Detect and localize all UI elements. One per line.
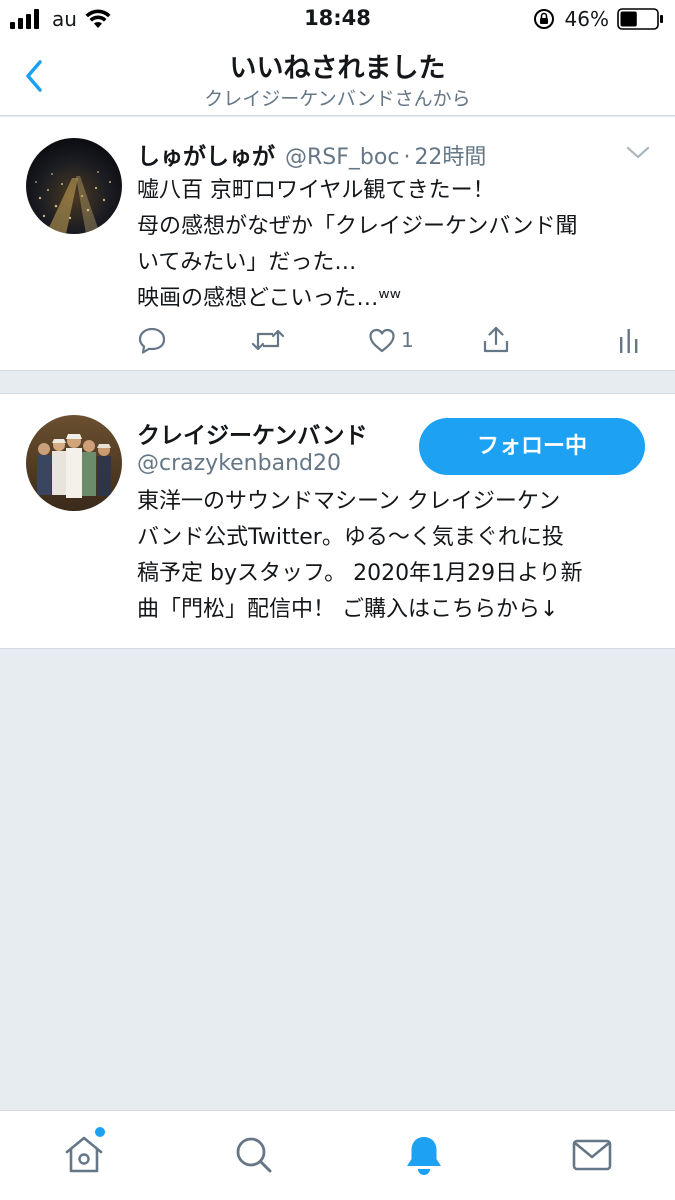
tweet-separator: · — [403, 145, 411, 170]
tweet-line: 嘘八百 京町ロワイヤル観てきたー！ — [137, 178, 495, 203]
tab-messages[interactable] — [570, 1133, 614, 1177]
tweet-text: 嘘八百 京町ロワイヤル観てきたー！ 母の感想がなぜか「クレイジーケンバンド聞 い… — [137, 173, 652, 317]
search-icon — [236, 1137, 272, 1173]
tweet-avatar[interactable] — [26, 138, 122, 234]
tab-bar — [0, 1110, 675, 1200]
share-icon — [483, 326, 509, 353]
following-button[interactable]: フォロー中 — [419, 418, 645, 475]
user-name[interactable]: クレイジーケンバンド — [137, 416, 367, 450]
reply-button[interactable] — [137, 323, 167, 357]
tweet-line: いてみたい」だった… — [137, 250, 357, 275]
caret-down-icon[interactable] — [625, 145, 651, 161]
tab-home[interactable] — [62, 1127, 106, 1177]
battery-icon — [617, 8, 663, 30]
tweet-line: 母の感想がなぜか「クレイジーケンバンド聞 — [137, 214, 578, 239]
liked-tweet[interactable]: しゅがしゅが @RSF_boc · 22時間 嘘八百 京町ロワイヤル観てきたー！… — [0, 117, 675, 371]
share-button[interactable] — [481, 323, 511, 357]
page-subtitle: クレイジーケンバンドさんから — [204, 88, 471, 110]
tab-search[interactable] — [232, 1133, 276, 1177]
analytics-icon — [620, 329, 638, 353]
tweet-timestamp: 22時間 — [414, 145, 487, 170]
user-avatar[interactable] — [26, 415, 122, 511]
like-icon — [369, 328, 395, 353]
bio-line: 曲「門松」配信中！ ご購入はこちらから↓ — [137, 597, 559, 622]
nav-bar: いいねされました クレイジーケンバンドさんから — [0, 38, 675, 116]
like-button[interactable]: 1 — [367, 323, 414, 357]
city-night-avatar-image — [26, 138, 122, 234]
reply-icon — [138, 327, 166, 354]
tweet-header: しゅがしゅが @RSF_boc · 22時間 — [137, 137, 486, 171]
status-right: 46% — [533, 6, 663, 32]
orientation-lock-icon — [533, 9, 554, 29]
retweet-button[interactable] — [251, 323, 285, 357]
tab-notifications[interactable] — [402, 1133, 446, 1177]
tweet-author-name[interactable]: しゅがしゅが — [137, 137, 275, 171]
bio-line: バンド公式Twitter。ゆる〜く気まぐれに投 — [137, 525, 564, 550]
like-count: 1 — [401, 328, 414, 352]
tweet-line: 映画の感想どこいった…ʷʷ — [137, 286, 402, 311]
band-photo-avatar-image — [26, 415, 122, 511]
page-title: いいねされました — [229, 53, 446, 84]
bio-line: 稿予定 byスタッフ。 2020年1月29日より新 — [137, 561, 583, 586]
status-bar: au 18:48 46% — [0, 0, 675, 38]
bio-line: 東洋一のサウンドマシーン クレイジーケン — [137, 489, 561, 514]
user-handle[interactable]: @crazykenband20 — [137, 451, 341, 476]
liker-user-card[interactable]: クレイジーケンバンド @crazykenband20 フォロー中 東洋一のサウン… — [0, 393, 675, 649]
notifications-icon — [407, 1137, 441, 1175]
battery-percent: 46% — [564, 7, 609, 31]
home-icon — [65, 1136, 103, 1173]
new-content-dot — [95, 1127, 105, 1137]
user-bio: 東洋一のサウンドマシーン クレイジーケン バンド公式Twitter。ゆる〜く気ま… — [137, 484, 657, 628]
retweet-icon — [251, 329, 285, 351]
tweet-author-handle[interactable]: @RSF_boc — [285, 145, 399, 170]
analytics-button[interactable] — [617, 323, 641, 357]
messages-icon — [572, 1139, 612, 1171]
tweet-actions: 1 — [137, 323, 647, 357]
